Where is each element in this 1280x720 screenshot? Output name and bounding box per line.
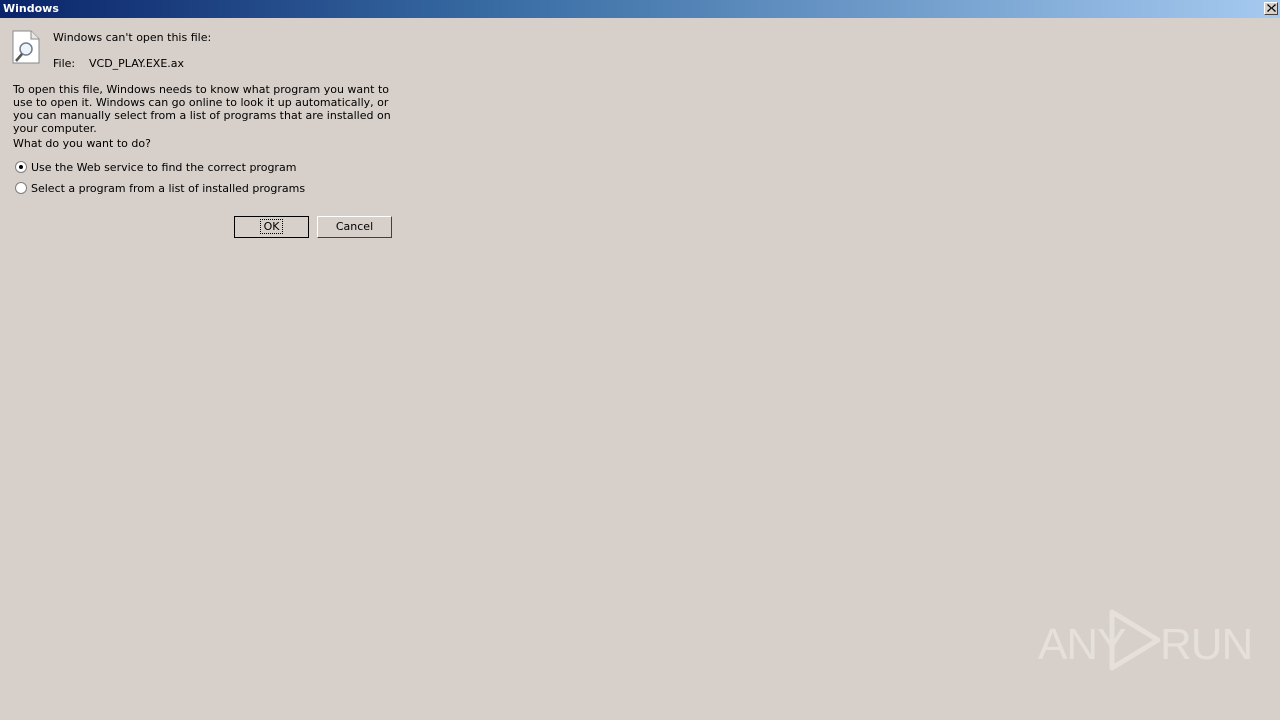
radio-unselected-icon[interactable] [15, 182, 27, 194]
dialog-window: Windows Windows can't open this file: Fi… [0, 0, 1280, 720]
close-icon [1267, 4, 1276, 12]
dialog-heading: Windows can't open this file: [53, 31, 212, 44]
option-label: Use the Web service to find the correct … [31, 160, 297, 174]
play-icon [1109, 609, 1161, 671]
option-web-service[interactable]: Use the Web service to find the correct … [15, 160, 296, 174]
option-label: Select a program from a list of installe… [31, 181, 306, 195]
anyrun-watermark: ANY RUN [1036, 608, 1253, 672]
dialog-question: What do you want to do? [13, 137, 151, 150]
unknown-file-icon [12, 30, 40, 64]
ok-label: OK [259, 219, 284, 234]
ok-button[interactable]: OK [234, 216, 309, 238]
window-title: Windows [3, 2, 59, 15]
file-label: File: [53, 57, 76, 70]
watermark-right-text: RUN [1160, 620, 1253, 669]
option-select-program[interactable]: Select a program from a list of installe… [15, 181, 305, 195]
title-bar[interactable]: Windows [0, 0, 1280, 18]
file-name: VCD_PLAY.EXE.ax [89, 57, 185, 70]
dialog-description: To open this file, Windows needs to know… [13, 83, 391, 135]
close-button[interactable] [1264, 2, 1278, 15]
cancel-button[interactable]: Cancel [317, 216, 392, 238]
radio-selected-icon[interactable] [15, 161, 27, 173]
